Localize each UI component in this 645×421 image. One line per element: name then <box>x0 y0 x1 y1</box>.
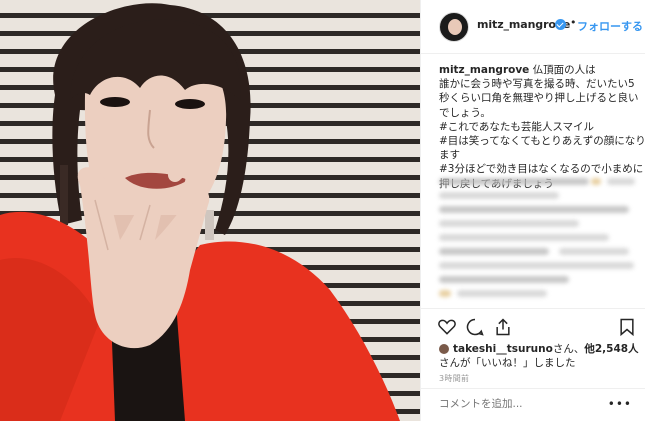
blurred-comments <box>439 178 639 303</box>
likes-text: さん、 <box>552 343 585 355</box>
likes-text: さんが「いいね！」しました <box>439 357 576 369</box>
caption: mitz_mangrove 仏頂面の人は 誰かに会う時や写真を撮る時、だいたい5… <box>439 63 645 191</box>
caption-line: でしょう。 <box>439 106 491 119</box>
likes-count-link[interactable]: 他2,548人 <box>584 343 638 355</box>
avatar[interactable] <box>439 12 469 42</box>
action-bar <box>421 308 645 344</box>
portrait-illustration <box>0 3 400 421</box>
follow-button[interactable]: フォローする <box>577 18 643 34</box>
post-panel: mitz_mangrove • フォローする mitz_mangrove 仏頂面… <box>420 0 645 421</box>
comment-input[interactable] <box>439 398 609 410</box>
follow-separator: • <box>570 16 577 29</box>
caption-line: ます <box>439 149 460 162</box>
comment-icon[interactable] <box>465 317 485 337</box>
caption-line: 仏頂面の人は <box>532 64 596 76</box>
hashtag-line[interactable]: #これであなたも芸能人スマイル <box>439 120 639 134</box>
likes-summary: takeshi__tsurunoさん、他2,548人 さんが「いいね！」しました <box>439 342 639 370</box>
share-icon[interactable] <box>493 317 513 337</box>
comment-bar: ••• <box>421 388 645 421</box>
hashtag-line[interactable]: #目は笑ってなくてもとりあえずの顔になり <box>439 134 645 148</box>
post-photo[interactable] <box>0 0 420 421</box>
liker-username[interactable]: takeshi__tsuruno <box>453 343 553 355</box>
hashtag-line[interactable]: #3分ほどで効き目はなくなるので小まめに <box>439 162 643 176</box>
caption-line: 秒くらい口角を無理やり押し上げると良い <box>439 92 639 105</box>
bookmark-icon[interactable] <box>617 317 637 337</box>
heart-icon[interactable] <box>437 317 457 337</box>
caption-username[interactable]: mitz_mangrove <box>439 64 529 76</box>
more-icon[interactable]: ••• <box>608 397 632 411</box>
verified-badge-icon <box>555 19 566 30</box>
timestamp[interactable]: 3時間前 <box>439 373 469 384</box>
caption-line: 誰かに会う時や写真を撮る時、だいたい5 <box>439 78 635 91</box>
post-header: mitz_mangrove • フォローする <box>421 0 645 54</box>
